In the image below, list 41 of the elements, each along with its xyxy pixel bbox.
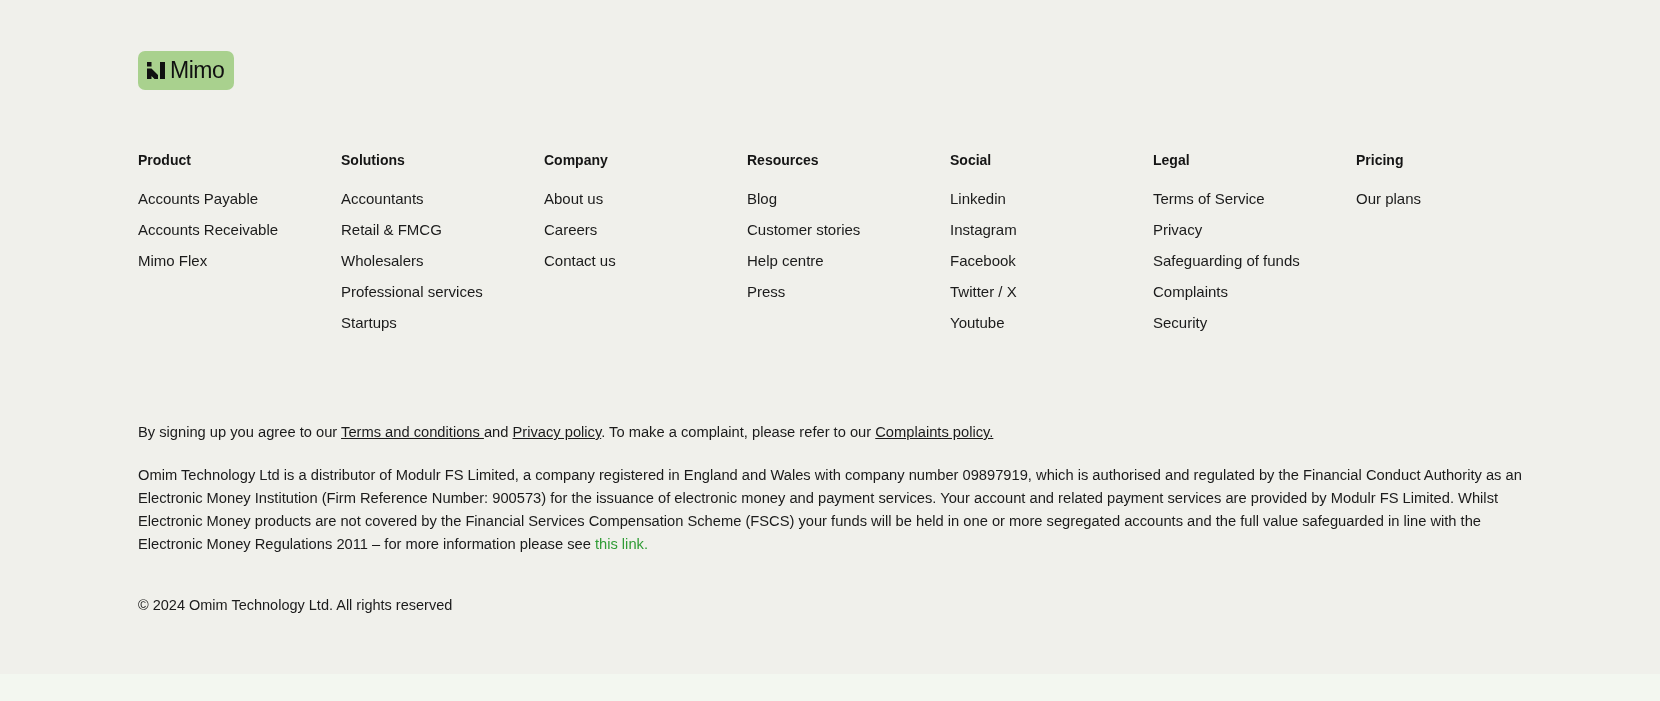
footer-link[interactable]: Facebook — [950, 252, 1016, 269]
column-heading: Legal — [1153, 151, 1191, 169]
footer-link[interactable]: Accountants — [341, 190, 424, 207]
text-link[interactable]: Complaints policy. — [875, 424, 994, 440]
column-heading: Solutions — [341, 151, 406, 169]
column-heading: Pricing — [1356, 151, 1405, 169]
footer-link[interactable]: Privacy — [1153, 221, 1203, 238]
footer-link[interactable]: Professional services — [341, 283, 483, 300]
footer-link[interactable]: Press — [747, 283, 786, 300]
disclaimer-text: Omim Technology Ltd is a distributor of Modulr FS Limited, a company registered in England and Wales with company number 09897919, which is authorised and regulated by the Financial Conduct Authority as an Electronic Money Institution (Firm Reference Number: 900573) for the issuance of electronic money and payment services. Your account and related payment services are provided by Modulr FS Limited. Whilst Electronic Money products are not covered by the Financial Services Compensation Scheme (FSCS) your funds will be held in one or more segregated accounts and the full value safeguarded in line with the Electronic Money Regulations 2011 – for more information please see this link. — [138, 466, 1523, 554]
footer-link[interactable]: Our plans — [1356, 190, 1422, 207]
footer-link[interactable]: Startups — [341, 314, 397, 331]
footer-link[interactable]: Customer stories — [747, 221, 861, 238]
footer-link[interactable]: Accounts Payable — [138, 190, 259, 207]
column-heading: Resources — [747, 151, 820, 169]
footer-link[interactable]: Security — [1153, 314, 1208, 331]
text-link[interactable]: Terms and conditions — [341, 424, 484, 440]
footer-link[interactable]: Complaints — [1153, 283, 1229, 300]
footer-link[interactable]: Youtube — [950, 314, 1005, 331]
footer-link[interactable]: Instagram — [950, 221, 1017, 238]
footer-link[interactable]: Safeguarding of funds — [1153, 252, 1300, 269]
footer-link[interactable]: Blog — [747, 190, 778, 207]
footer-link[interactable]: Careers — [544, 221, 598, 238]
footer-link[interactable]: Retail & FMCG — [341, 221, 442, 238]
footer-link[interactable]: Twitter / X — [950, 283, 1017, 300]
footer-link[interactable]: Mimo Flex — [138, 252, 208, 269]
footer-link[interactable]: Contact us — [544, 252, 616, 269]
footer-link[interactable]: Linkedin — [950, 190, 1006, 207]
consent-text: By signing up you agree to our Terms and conditions and Privacy policy. To make a complaint, please refer to our Complaints policy. — [138, 423, 995, 442]
column-heading: Company — [544, 151, 609, 169]
logo-badge[interactable]: Mimo — [138, 51, 235, 90]
column-heading: Product — [138, 151, 192, 169]
logo-text: Mimo — [170, 59, 225, 82]
footer-link[interactable]: Wholesalers — [341, 252, 424, 269]
column-heading: Social — [950, 151, 993, 169]
footer-link[interactable]: About us — [544, 190, 604, 207]
footer-link[interactable]: Accounts Receivable — [138, 221, 279, 238]
footer-link[interactable]: Terms of Service — [1153, 190, 1265, 207]
copyright-text: © 2024 Omim Technology Ltd. All rights reserved — [138, 596, 454, 615]
footer-link[interactable]: Help centre — [747, 252, 824, 269]
logo-mark-icon — [147, 62, 165, 79]
